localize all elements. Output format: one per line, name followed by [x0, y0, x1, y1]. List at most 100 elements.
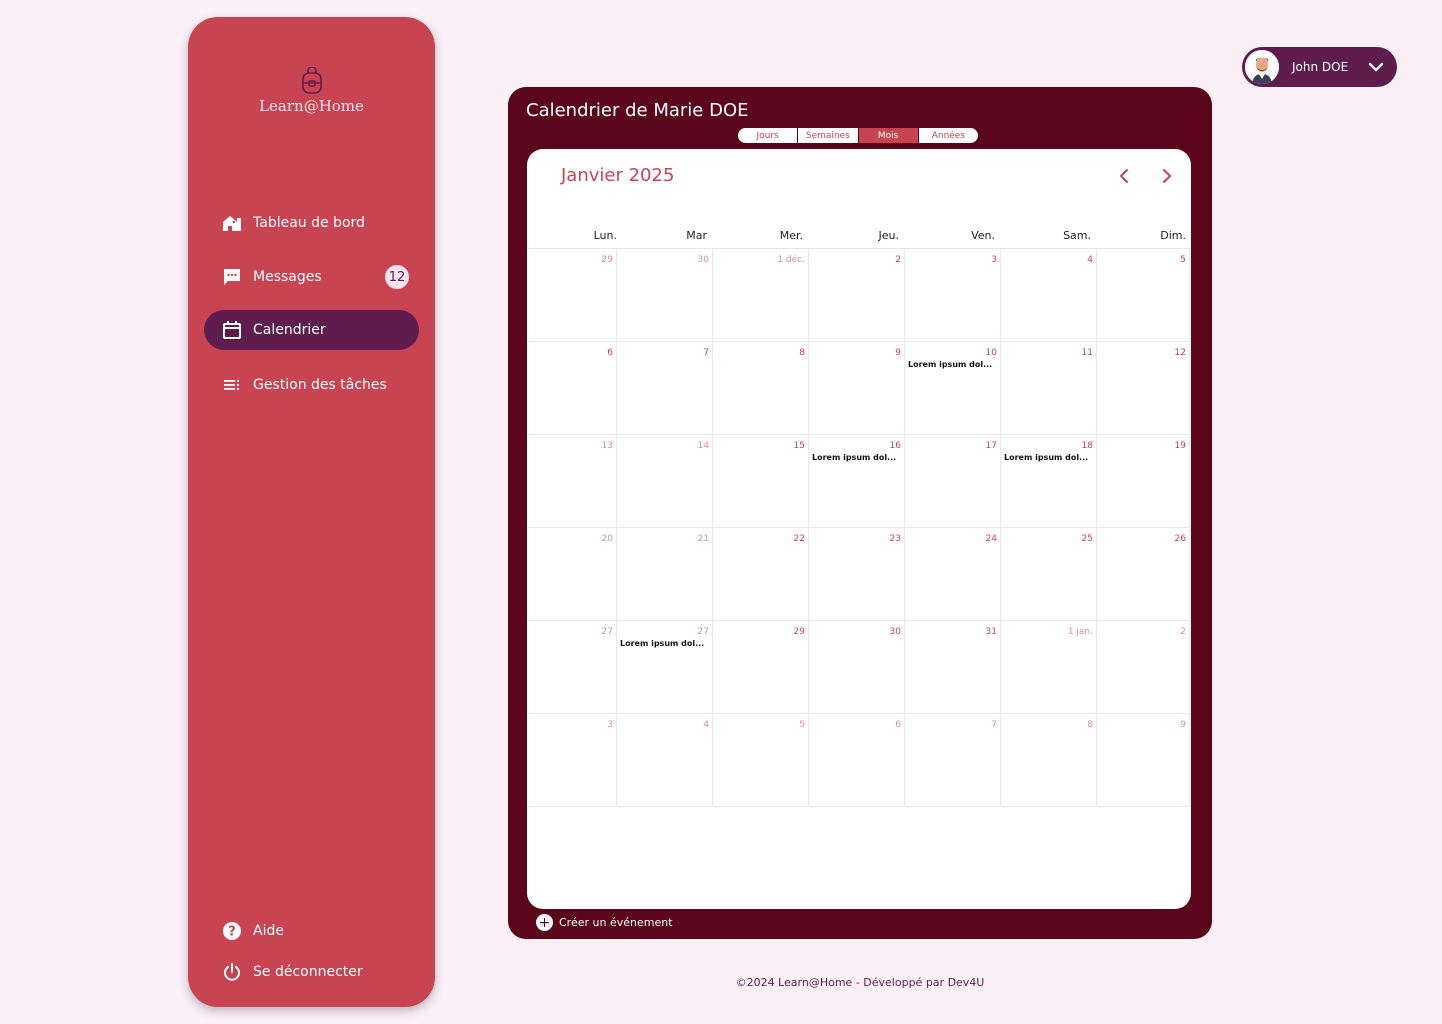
sidebar-item-messages[interactable]: Messages 12 — [204, 257, 419, 297]
sidebar-item-dashboard[interactable]: Tableau de bord — [204, 203, 419, 243]
event-chip[interactable]: Lorem ipsum dol... — [620, 639, 704, 648]
day-cell[interactable]: 27 — [527, 621, 617, 714]
list-icon — [224, 380, 239, 390]
day-cell[interactable]: 10 Lorem ipsum dol... — [905, 342, 1001, 435]
day-number: 21 — [697, 534, 709, 544]
calendar-card: Janvier 2025 Lun. Mar Mer. Jeu. Ven. Sam… — [527, 149, 1191, 909]
tab-weeks[interactable]: Semaines — [798, 128, 859, 143]
weekday-header: Mar — [686, 229, 707, 242]
day-cell[interactable]: 13 — [527, 435, 617, 528]
chevron-down-icon[interactable] — [1367, 58, 1385, 76]
sidebar-item-calendar[interactable]: Calendrier — [204, 310, 419, 350]
day-cell[interactable]: 30 — [617, 249, 713, 342]
day-number: 30 — [889, 627, 901, 637]
day-cell[interactable]: 21 — [617, 528, 713, 621]
day-cell[interactable]: 6 — [809, 714, 905, 807]
day-cell[interactable]: 9 — [809, 342, 905, 435]
day-cell[interactable]: 5 — [1097, 249, 1190, 342]
weekday-header: Mer. — [779, 229, 803, 242]
day-cell[interactable]: 16 Lorem ipsum dol... — [809, 435, 905, 528]
day-cell[interactable]: 23 — [809, 528, 905, 621]
day-cell[interactable]: 19 — [1097, 435, 1190, 528]
tab-months[interactable]: Mois — [858, 128, 919, 143]
user-menu[interactable]: John DOE — [1242, 47, 1397, 87]
day-number: 5 — [799, 720, 805, 730]
day-number: 4 — [1087, 255, 1093, 265]
day-cell[interactable]: 15 — [713, 435, 809, 528]
day-cell[interactable]: 2 — [1097, 621, 1190, 714]
tab-years[interactable]: Années — [919, 128, 978, 143]
day-number: 12 — [1174, 348, 1186, 358]
day-number: 7 — [703, 348, 709, 358]
day-cell[interactable]: 6 — [527, 342, 617, 435]
footer: ©2024 Learn@Home - Développé par Dev4U — [735, 976, 985, 989]
page-title: Calendrier de Marie DOE — [526, 100, 749, 121]
weekday-header: Sam. — [1063, 229, 1091, 242]
day-cell[interactable]: 31 — [905, 621, 1001, 714]
day-cell[interactable]: 3 — [905, 249, 1001, 342]
day-cell[interactable]: 29 — [527, 249, 617, 342]
day-cell[interactable]: 14 — [617, 435, 713, 528]
day-cell[interactable]: 3 — [527, 714, 617, 807]
day-number: 8 — [1087, 720, 1093, 730]
day-number: 29 — [793, 627, 805, 637]
sidebar-item-help[interactable]: ? Aide — [204, 911, 419, 951]
day-number: 26 — [1174, 534, 1186, 544]
day-cell[interactable]: 24 — [905, 528, 1001, 621]
create-event-button[interactable]: + Créer un événement — [536, 914, 673, 931]
day-cell[interactable]: 4 — [1001, 249, 1097, 342]
sidebar-item-tasks[interactable]: Gestion des tâches — [204, 365, 419, 405]
logo[interactable]: Learn@Home — [188, 67, 435, 115]
power-icon — [224, 963, 240, 981]
day-cell[interactable]: 8 — [1001, 714, 1097, 807]
day-cell[interactable]: 26 — [1097, 528, 1190, 621]
sidebar-item-label: Tableau de bord — [253, 215, 365, 231]
day-cell[interactable]: 18 Lorem ipsum dol... — [1001, 435, 1097, 528]
day-cell[interactable]: 5 — [713, 714, 809, 807]
svg-text:?: ? — [228, 925, 236, 940]
avatar — [1245, 50, 1279, 84]
tab-days[interactable]: Jours — [738, 128, 799, 143]
chevron-right-icon[interactable] — [1157, 167, 1175, 185]
day-cell[interactable]: 17 — [905, 435, 1001, 528]
day-number: 8 — [799, 348, 805, 358]
event-chip[interactable]: Lorem ipsum dol... — [1004, 453, 1088, 462]
create-event-label: Créer un événement — [559, 916, 673, 929]
chevron-left-icon[interactable] — [1116, 167, 1134, 185]
day-cell[interactable]: 2 — [809, 249, 905, 342]
day-cell[interactable]: 4 — [617, 714, 713, 807]
day-number: 30 — [697, 255, 709, 265]
day-number: 11 — [1081, 348, 1093, 358]
day-number: 5 — [1180, 255, 1186, 265]
event-chip[interactable]: Lorem ipsum dol... — [908, 360, 992, 369]
day-number: 1 jan. — [1067, 627, 1093, 637]
event-chip[interactable]: Lorem ipsum dol... — [812, 453, 896, 462]
sidebar-item-label: Gestion des tâches — [253, 377, 387, 393]
day-cell[interactable]: 29 — [713, 621, 809, 714]
day-number: 20 — [601, 534, 613, 544]
backpack-icon — [301, 67, 322, 94]
day-cell[interactable]: 20 — [527, 528, 617, 621]
day-number: 27 — [697, 627, 709, 637]
sidebar-item-label: Se déconnecter — [253, 964, 363, 980]
day-cell[interactable]: 27 Lorem ipsum dol... — [617, 621, 713, 714]
day-cell[interactable]: 12 — [1097, 342, 1190, 435]
day-cell[interactable]: 11 — [1001, 342, 1097, 435]
day-number: 3 — [607, 720, 613, 730]
day-cell[interactable]: 30 — [809, 621, 905, 714]
day-cell[interactable]: 9 — [1097, 714, 1190, 807]
day-cell[interactable]: 1 déc. — [713, 249, 809, 342]
day-cell[interactable]: 25 — [1001, 528, 1097, 621]
day-number: 10 — [985, 348, 997, 358]
calendar-panel: Calendrier de Marie DOE Jours Semaines M… — [508, 87, 1212, 939]
help-icon: ? — [223, 922, 241, 940]
day-cell[interactable]: 8 — [713, 342, 809, 435]
weekday-header: Jeu. — [878, 229, 899, 242]
day-cell[interactable]: 22 — [713, 528, 809, 621]
sidebar-item-label: Calendrier — [253, 322, 326, 338]
day-cell[interactable]: 7 — [905, 714, 1001, 807]
sidebar-item-logout[interactable]: Se déconnecter — [204, 952, 419, 992]
day-cell[interactable]: 7 — [617, 342, 713, 435]
day-cell[interactable]: 1 jan. — [1001, 621, 1097, 714]
day-number: 4 — [703, 720, 709, 730]
